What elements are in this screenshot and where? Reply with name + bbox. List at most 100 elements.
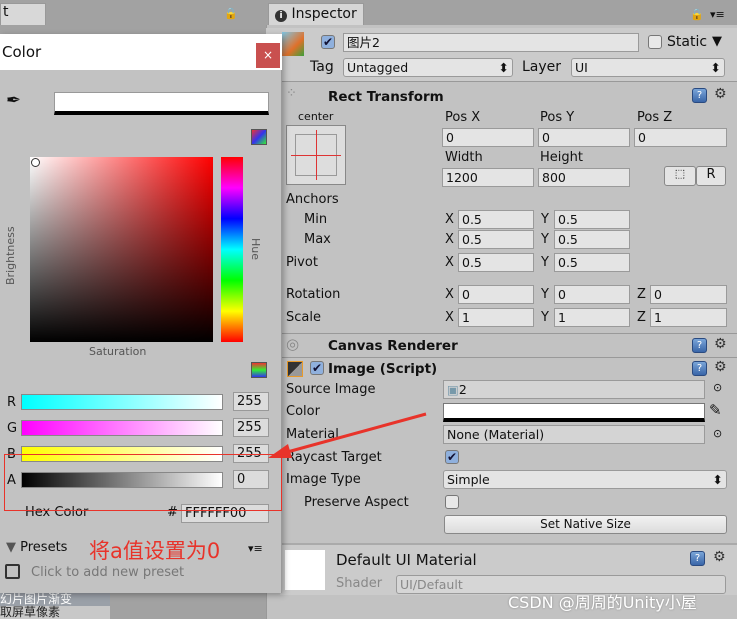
eyedropper-icon[interactable]: ✎ bbox=[709, 401, 722, 419]
image-enabled-checkbox[interactable]: ✔ bbox=[310, 361, 324, 375]
saturation-brightness-picker[interactable] bbox=[30, 157, 213, 342]
g-slider[interactable] bbox=[21, 420, 223, 436]
canvas-renderer-header[interactable]: Canvas Renderer bbox=[328, 338, 458, 354]
rotation-z-field[interactable]: 0 bbox=[650, 285, 727, 304]
rotation-y-field[interactable]: 0 bbox=[554, 285, 630, 304]
slider-mode-icon[interactable] bbox=[251, 362, 267, 378]
sprite-icon: ▣ bbox=[447, 382, 459, 397]
r-label: R bbox=[7, 395, 17, 410]
y-label: Y bbox=[541, 287, 549, 302]
anchor-max-y-field[interactable]: 0.5 bbox=[554, 230, 630, 249]
help-icon[interactable]: ? bbox=[692, 338, 707, 353]
anchor-preset-label: center bbox=[298, 110, 334, 123]
hierarchy-tab[interactable]: t bbox=[0, 3, 46, 25]
add-preset-icon[interactable] bbox=[5, 564, 20, 579]
close-button[interactable]: × bbox=[256, 43, 280, 68]
preserve-aspect-label: Preserve Aspect bbox=[304, 495, 409, 510]
gear-icon[interactable]: ⚙ bbox=[713, 549, 726, 565]
g-label: G bbox=[7, 421, 18, 436]
posz-field[interactable]: 0 bbox=[634, 128, 727, 147]
x-label: X bbox=[445, 212, 454, 227]
divider bbox=[280, 333, 737, 334]
gear-icon[interactable]: ⚙ bbox=[714, 336, 727, 352]
presets-foldout[interactable]: ▼ Presets bbox=[6, 540, 67, 555]
color-mode-icon[interactable] bbox=[251, 129, 267, 145]
lock-icon[interactable]: 🔒 bbox=[690, 8, 704, 21]
rotation-label: Rotation bbox=[286, 287, 341, 302]
menu-icon[interactable]: ▾≡ bbox=[710, 8, 725, 21]
scale-x-field[interactable]: 1 bbox=[458, 308, 534, 327]
help-icon[interactable]: ? bbox=[692, 361, 707, 376]
r-field[interactable]: 255 bbox=[233, 392, 269, 411]
anchors-label[interactable]: Anchors bbox=[286, 192, 339, 207]
image-component-icon bbox=[287, 361, 303, 377]
width-field[interactable]: 1200 bbox=[442, 168, 534, 187]
hue-label: Hue bbox=[249, 238, 262, 261]
saturation-label: Saturation bbox=[89, 345, 147, 358]
image-header[interactable]: Image (Script) bbox=[328, 361, 437, 377]
y-label: Y bbox=[541, 310, 549, 325]
help-icon[interactable]: ? bbox=[690, 551, 705, 566]
posx-label: Pos X bbox=[445, 110, 481, 125]
raw-edit-button[interactable]: R bbox=[696, 166, 726, 186]
anchor-preset-button[interactable] bbox=[286, 125, 346, 185]
posy-field[interactable]: 0 bbox=[538, 128, 630, 147]
scale-z-field[interactable]: 1 bbox=[650, 308, 727, 327]
set-native-size-button[interactable]: Set Native Size bbox=[444, 515, 727, 534]
color-field[interactable] bbox=[443, 403, 705, 422]
pivot-x-field[interactable]: 0.5 bbox=[458, 253, 534, 272]
max-label: Max bbox=[304, 232, 331, 247]
preserve-aspect-checkbox[interactable] bbox=[445, 495, 459, 509]
material-title: Default UI Material bbox=[336, 551, 477, 569]
watermark: CSDN @周周的Unity小屋 bbox=[508, 593, 697, 612]
r-slider[interactable] bbox=[21, 394, 223, 410]
blueprint-button[interactable]: ⬚ bbox=[664, 166, 696, 186]
object-picker-icon[interactable]: ⊙ bbox=[713, 427, 722, 440]
z-label: Z bbox=[637, 287, 646, 302]
hue-slider[interactable] bbox=[221, 157, 243, 342]
static-checkbox[interactable] bbox=[648, 35, 662, 49]
gear-icon[interactable]: ⚙ bbox=[714, 359, 727, 375]
tag-label: Tag bbox=[310, 59, 334, 75]
posz-label: Pos Z bbox=[637, 110, 673, 125]
tab-inspector[interactable]: i Inspector bbox=[268, 3, 364, 25]
posx-field[interactable]: 0 bbox=[442, 128, 534, 147]
y-label: Y bbox=[541, 255, 549, 270]
layer-label: Layer bbox=[522, 59, 562, 75]
pivot-label: Pivot bbox=[286, 255, 318, 270]
anchor-min-y-field[interactable]: 0.5 bbox=[554, 210, 630, 229]
rect-transform-icon: ⁘ bbox=[286, 86, 297, 101]
rotation-x-field[interactable]: 0 bbox=[458, 285, 534, 304]
scale-y-field[interactable]: 1 bbox=[554, 308, 630, 327]
gear-icon[interactable]: ⚙ bbox=[714, 86, 727, 102]
lock-icon[interactable]: 🔒 bbox=[224, 7, 238, 20]
anchor-min-x-field[interactable]: 0.5 bbox=[458, 210, 534, 229]
material-field[interactable]: None (Material) bbox=[443, 425, 705, 444]
static-dropdown-icon[interactable]: ▼ bbox=[712, 34, 722, 49]
static-label: Static bbox=[667, 34, 708, 50]
rect-transform-header[interactable]: Rect Transform bbox=[328, 89, 444, 105]
g-field[interactable]: 255 bbox=[233, 418, 269, 437]
layer-dropdown[interactable]: UI ⬍ bbox=[571, 58, 725, 77]
picker-handle[interactable] bbox=[31, 158, 40, 167]
source-image-field[interactable]: ▣2 bbox=[443, 380, 705, 399]
presets-menu-icon[interactable]: ▾≡ bbox=[248, 542, 263, 555]
canvas-renderer-icon: ◎ bbox=[286, 335, 300, 353]
anchor-max-x-field[interactable]: 0.5 bbox=[458, 230, 534, 249]
eyedropper-icon[interactable]: ✒ bbox=[6, 90, 21, 111]
object-picker-icon[interactable]: ⊙ bbox=[713, 381, 722, 394]
height-field[interactable]: 800 bbox=[538, 168, 630, 187]
material-preview bbox=[285, 550, 325, 590]
list-item[interactable]: 取屏草像素 bbox=[0, 606, 110, 619]
min-label: Min bbox=[304, 212, 328, 227]
help-icon[interactable]: ? bbox=[692, 88, 707, 103]
name-field[interactable]: 图片2 bbox=[343, 33, 639, 52]
raycast-target-checkbox[interactable]: ✔ bbox=[445, 450, 459, 464]
pivot-y-field[interactable]: 0.5 bbox=[554, 253, 630, 272]
tag-dropdown[interactable]: Untagged ⬍ bbox=[343, 58, 513, 77]
image-type-dropdown[interactable]: Simple ⬍ bbox=[443, 470, 727, 489]
color-preview bbox=[54, 92, 269, 115]
color-window-title: Color bbox=[2, 43, 42, 61]
add-preset-hint[interactable]: Click to add new preset bbox=[31, 565, 184, 580]
active-checkbox[interactable]: ✔ bbox=[321, 35, 335, 49]
